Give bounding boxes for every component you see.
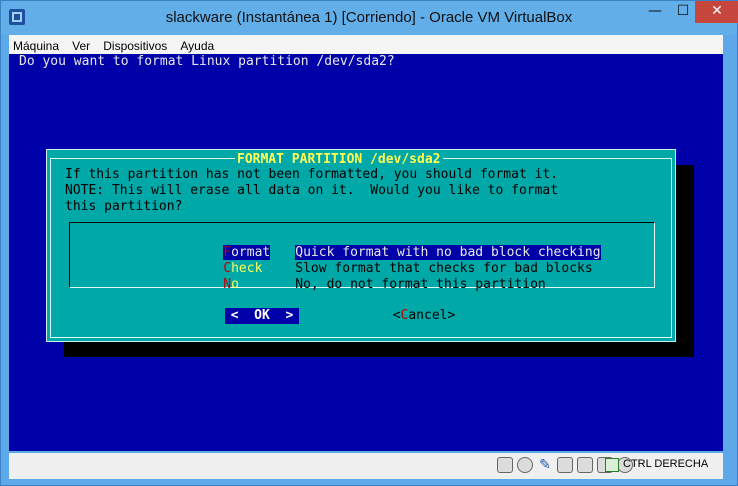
menu-ver[interactable]: Ver — [68, 37, 94, 53]
hard-disk-icon[interactable] — [497, 457, 513, 473]
option-no-description: No, do not format this partition — [295, 277, 546, 292]
option-no-hotkey: N — [223, 277, 232, 292]
display-icon[interactable] — [577, 457, 593, 473]
maximize-button[interactable]: ☐ — [669, 1, 697, 23]
menu-bar: Máquina Ver Dispositivos Ayuda — [9, 35, 723, 54]
title-bar[interactable]: slackware (Instantánea 1) [Corriendo] - … — [1, 1, 738, 35]
option-format[interactable]: Format Quick format with no bad block che… — [145, 230, 601, 260]
window-title: slackware (Instantánea 1) [Corriendo] - … — [165, 9, 573, 26]
option-no-tag-rest: o — [231, 277, 239, 292]
cancel-right-bracket: > — [447, 308, 456, 323]
shared-folders-icon[interactable] — [557, 457, 573, 473]
menu-ayuda[interactable]: Ayuda — [176, 37, 218, 53]
option-no-tag: No — [223, 277, 295, 292]
status-bar: ✎ CTRL DERECHA — [9, 453, 723, 479]
option-no[interactable]: No No, do not format this partition — [145, 262, 545, 292]
format-partition-dialog: FORMAT PARTITION /dev/sda2 If this parti… — [46, 149, 676, 342]
cancel-button[interactable]: <Cancel> — [387, 308, 461, 324]
dialog-message: If this partition has not been formatted… — [65, 167, 559, 214]
optical-disk-icon[interactable] — [517, 457, 533, 473]
host-key-indicator[interactable]: CTRL DERECHA — [605, 458, 709, 472]
vm-console-screen[interactable]: Do you want to format Linux partition /d… — [9, 54, 723, 451]
minimize-button[interactable]: — — [641, 1, 669, 23]
ok-button[interactable]: < OK > — [225, 308, 299, 324]
virtualbox-window: slackware (Instantánea 1) [Corriendo] - … — [0, 0, 738, 486]
close-button[interactable]: ✕ — [695, 1, 738, 23]
host-key-icon — [605, 458, 619, 472]
options-menu: Format Quick format with no bad block che… — [69, 222, 655, 292]
cancel-left-bracket: < — [392, 308, 401, 323]
menu-dispositivos[interactable]: Dispositivos — [99, 37, 171, 53]
cancel-label-rest: ancel — [408, 308, 448, 323]
option-check[interactable]: Check Slow format that checks for bad blo… — [145, 246, 592, 276]
host-key-label: CTRL DERECHA — [623, 458, 709, 470]
menu-maquina[interactable]: Máquina — [9, 37, 63, 53]
dialog-title: FORMAT PARTITION /dev/sda2 — [235, 152, 443, 167]
console-prompt: Do you want to format Linux partition /d… — [19, 54, 395, 69]
usb-icon[interactable]: ✎ — [537, 457, 553, 473]
